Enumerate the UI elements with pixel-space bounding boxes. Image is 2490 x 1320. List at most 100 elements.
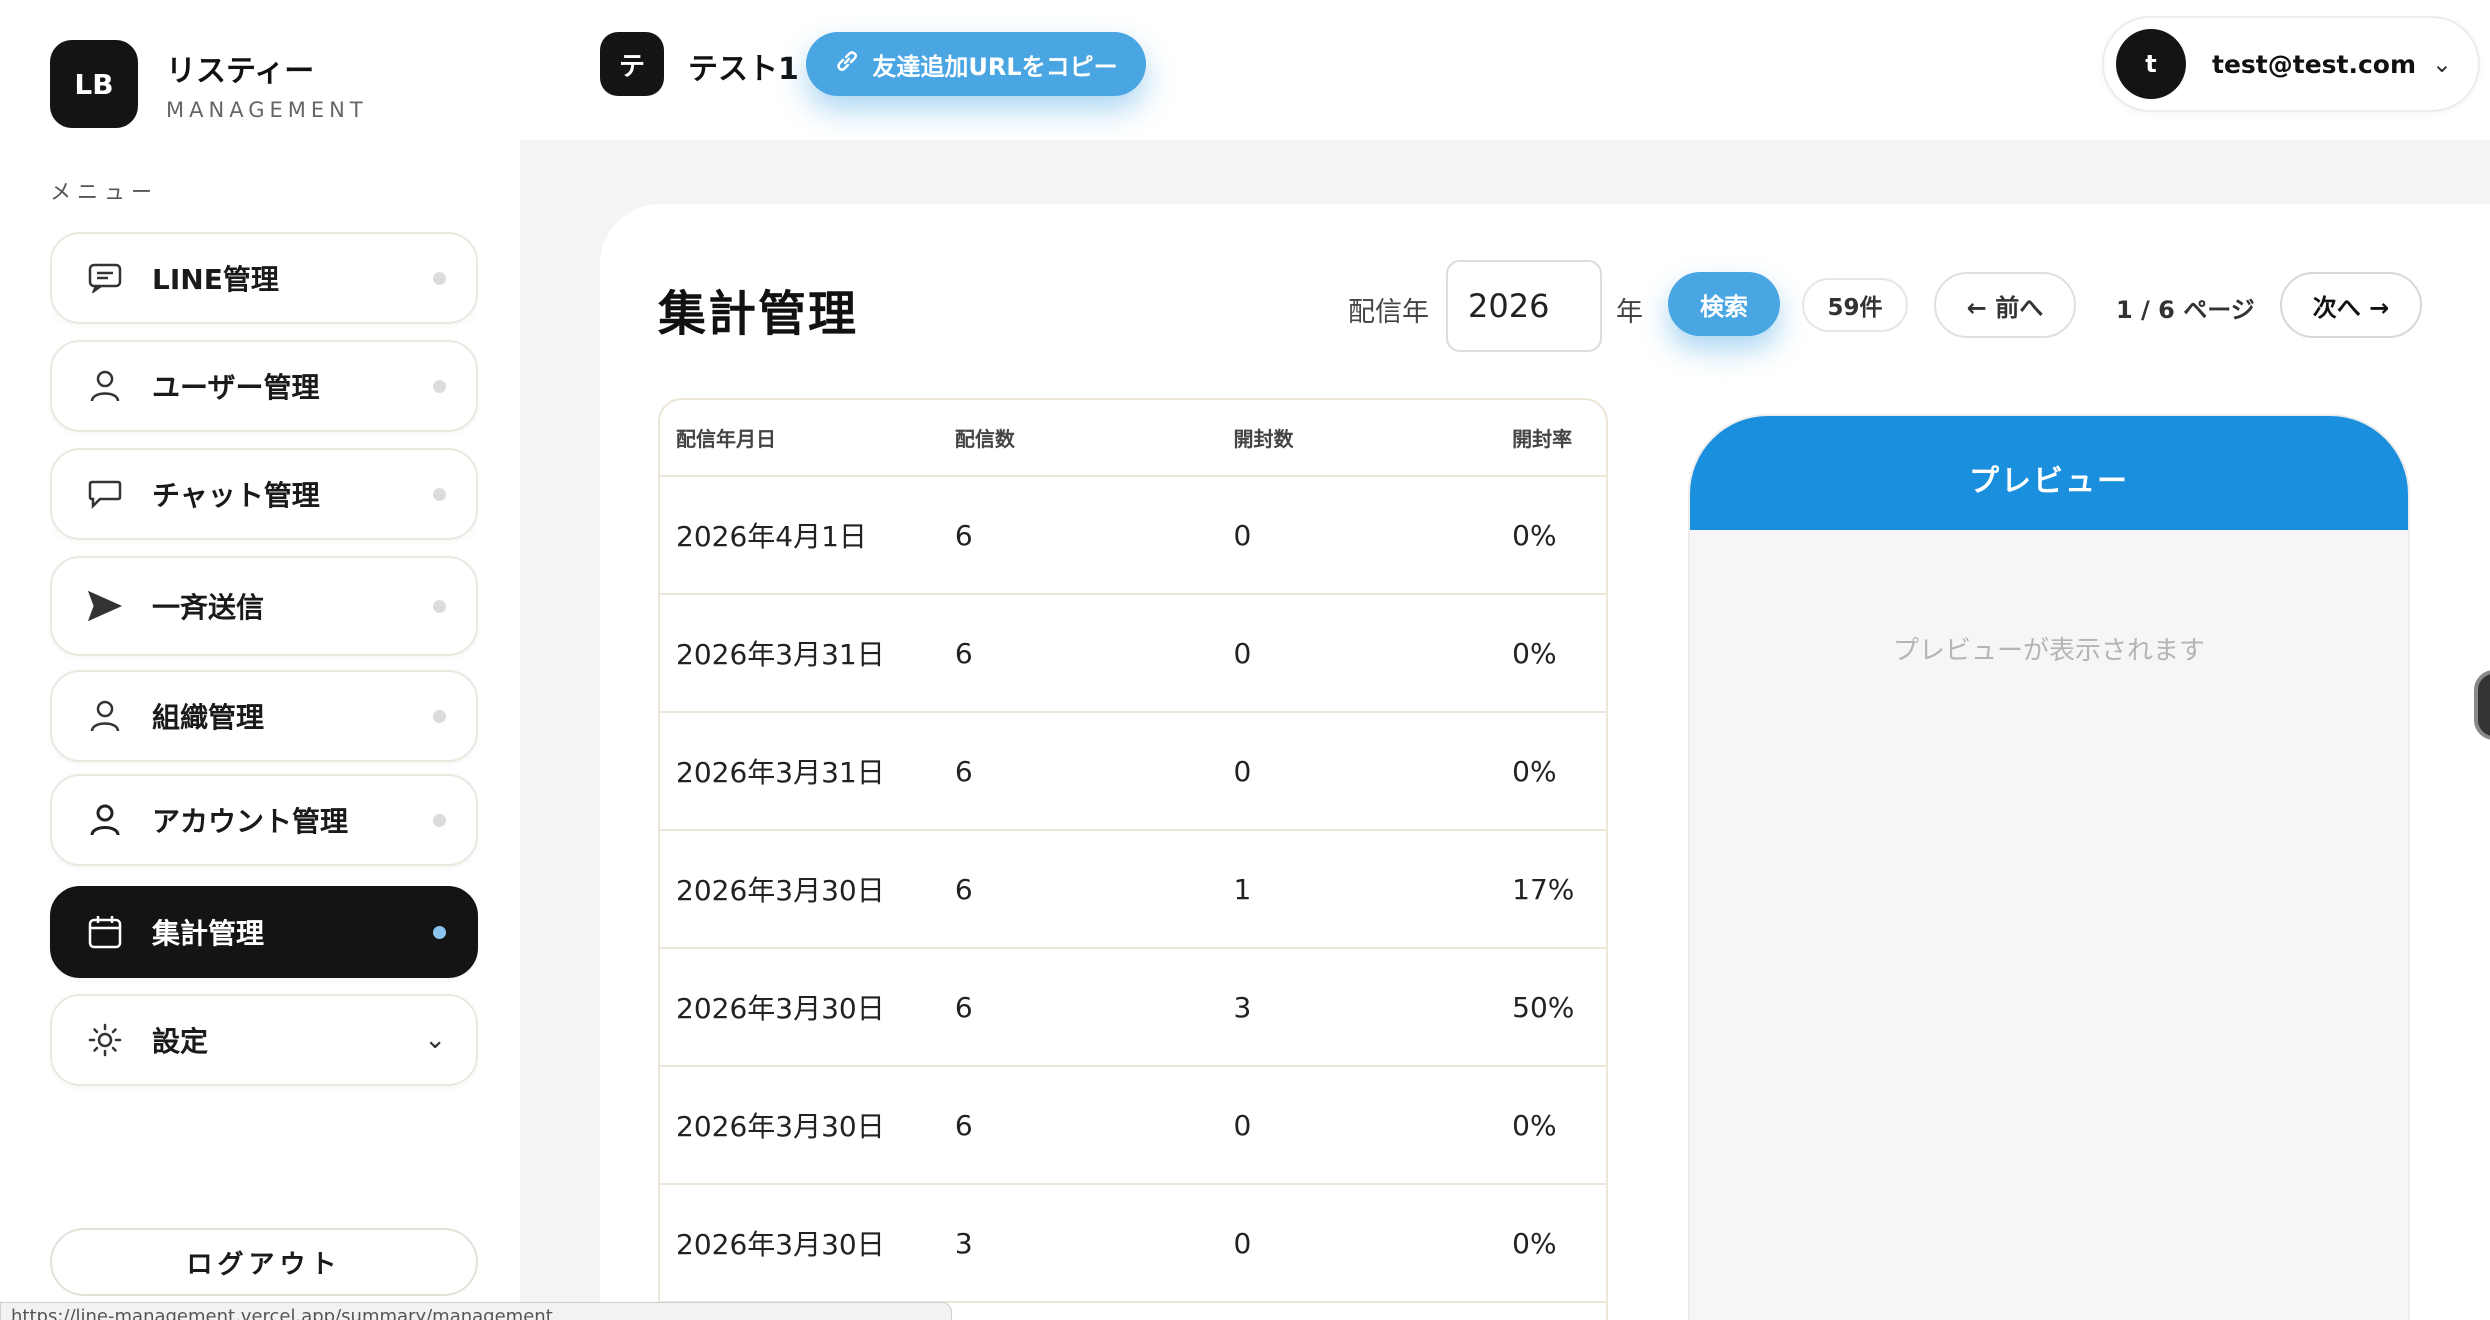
table-row[interactable]: 2026年3月30日 6 3 50% (660, 948, 1606, 1067)
status-dot (433, 813, 446, 827)
status-dot (433, 925, 446, 939)
table-body: 2026年4月1日 6 0 0% 2026年3月31日 6 0 0% 2026年… (660, 476, 1606, 1303)
column-header-date: 配信年月日 (660, 400, 939, 477)
chevron-down-icon: ⌄ (2431, 50, 2452, 78)
table-header: 配信年月日 配信数 開封数 開封率 (660, 400, 1606, 477)
sidebar-item-label: ユーザー管理 (152, 371, 320, 404)
cell-opened: 1 (1217, 830, 1497, 949)
chat-bubble-icon (86, 475, 124, 513)
summary-card: 集計管理 配信年 年 検索 59件 ← 前へ 1 / 6 ページ 次へ → 配信… (600, 204, 2490, 1320)
prev-page-button[interactable]: ← 前へ (1934, 272, 2076, 338)
cell-date: 2026年3月30日 (660, 1066, 939, 1185)
copy-friend-url-button[interactable]: 友達追加URLをコピー (806, 32, 1146, 96)
cell-sent: 6 (938, 1066, 1218, 1185)
cell-open-rate: 0% (1496, 594, 1606, 713)
message-square-icon (86, 259, 124, 297)
send-icon (86, 587, 124, 625)
cell-opened: 0 (1217, 712, 1497, 831)
cell-open-rate: 50% (1496, 948, 1606, 1067)
table-row[interactable]: 2026年3月30日 6 1 17% (660, 830, 1606, 949)
preview-panel: プレビュー プレビューが表示されます (1688, 414, 2410, 1320)
cell-opened: 0 (1217, 594, 1497, 713)
table-header-row: 配信年月日 配信数 開封数 開封率 (660, 400, 1606, 477)
column-header-sent: 配信数 (938, 400, 1218, 477)
sidebar-item-label: LINE管理 (152, 263, 279, 296)
table-row[interactable]: 2026年3月31日 6 0 0% (660, 712, 1606, 831)
cell-open-rate: 0% (1496, 1066, 1606, 1185)
account-name: テスト1 (688, 52, 799, 87)
cell-open-rate: 0% (1496, 1184, 1606, 1303)
sidebar-item-line[interactable]: LINE管理 (50, 232, 478, 324)
year-suffix: 年 (1616, 297, 1643, 328)
copy-button-label: 友達追加URLをコピー (872, 52, 1118, 81)
sidebar-item-label: 組織管理 (152, 701, 265, 734)
table-row[interactable]: 2026年4月1日 6 0 0% (660, 476, 1606, 595)
logout-button[interactable]: ログアウト (50, 1228, 478, 1296)
column-header-opened: 開封数 (1217, 400, 1497, 477)
sidebar-item-broadcast[interactable]: 一斉送信 (50, 556, 478, 656)
calendar-icon (86, 913, 124, 951)
cell-sent: 6 (938, 594, 1218, 713)
cell-date: 2026年3月30日 (660, 1184, 939, 1303)
floating-handle[interactable] (2474, 670, 2490, 740)
cell-open-rate: 0% (1496, 476, 1606, 595)
sidebar-item-chat[interactable]: チャット管理 (50, 448, 478, 540)
cell-sent: 6 (938, 476, 1218, 595)
avatar: t (2116, 29, 2186, 99)
cell-date: 2026年4月1日 (660, 476, 939, 595)
status-dot (433, 599, 446, 613)
cell-opened: 0 (1217, 1184, 1497, 1303)
page-title: 集計管理 (658, 286, 859, 342)
table-row[interactable]: 2026年3月30日 3 0 0% (660, 1184, 1606, 1303)
table-row[interactable]: 2026年3月30日 6 0 0% (660, 1066, 1606, 1185)
sidebar-item-summary[interactable]: 集計管理 (50, 886, 478, 978)
year-input[interactable] (1446, 260, 1602, 352)
preview-header: プレビュー (1690, 416, 2408, 530)
result-count-badge: 59件 (1802, 278, 1908, 332)
sidebar-item-settings[interactable]: 設定 ⌄ (50, 994, 478, 1086)
status-bar-url: https://line-management.vercel.app/summa… (0, 1302, 952, 1320)
sidebar: LB リスティー MANAGEMENT メニュー LINE管理 ユーザー管理 チ… (0, 0, 520, 1320)
preview-empty-text: プレビューが表示されます (1892, 636, 2205, 666)
sidebar-item-label: アカウント管理 (152, 805, 349, 838)
cell-date: 2026年3月30日 (660, 830, 939, 949)
status-dot (433, 487, 446, 501)
brand-text: リスティー MANAGEMENT (166, 46, 368, 122)
user-icon (86, 697, 124, 735)
sidebar-item-accounts[interactable]: アカウント管理 (50, 774, 478, 866)
next-page-button[interactable]: 次へ → (2280, 272, 2422, 338)
summary-table: 配信年月日 配信数 開封数 開封率 2026年4月1日 6 0 0% 2026年… (658, 398, 1608, 1320)
menu-label: メニュー (50, 180, 158, 204)
user-menu[interactable]: t test@test.com ⌄ (2102, 16, 2480, 112)
page-indicator: 1 / 6 ページ (2116, 296, 2255, 324)
cell-sent: 6 (938, 712, 1218, 831)
chevron-down-icon: ⌄ (424, 1025, 446, 1055)
sidebar-item-users[interactable]: ユーザー管理 (50, 340, 478, 432)
sidebar-item-organization[interactable]: 組織管理 (50, 670, 478, 762)
link-icon (834, 48, 860, 80)
year-label: 配信年 (1348, 297, 1429, 328)
brand-name: リスティー (166, 54, 315, 89)
account-avatar: テ (600, 32, 664, 96)
cell-sent: 6 (938, 948, 1218, 1067)
table-row[interactable]: 2026年3月31日 6 0 0% (660, 594, 1606, 713)
cell-opened: 0 (1217, 476, 1497, 595)
cell-date: 2026年3月30日 (660, 948, 939, 1067)
sidebar-item-label: チャット管理 (152, 479, 320, 512)
cell-sent: 6 (938, 830, 1218, 949)
cell-opened: 0 (1217, 1066, 1497, 1185)
cell-opened: 3 (1217, 948, 1497, 1067)
cell-date: 2026年3月31日 (660, 712, 939, 831)
table: 配信年月日 配信数 開封数 開封率 2026年4月1日 6 0 0% 2026年… (660, 400, 1606, 1303)
status-dot (433, 379, 446, 393)
sidebar-item-label: 集計管理 (152, 917, 265, 950)
user-icon (86, 801, 124, 839)
sidebar-item-label: 一斉送信 (152, 591, 265, 624)
cell-open-rate: 0% (1496, 712, 1606, 831)
brand[interactable]: LB リスティー MANAGEMENT (50, 40, 368, 128)
status-dot (433, 271, 446, 285)
brand-logo: LB (50, 40, 138, 128)
app-root: LB リスティー MANAGEMENT メニュー LINE管理 ユーザー管理 チ… (0, 0, 2490, 1320)
user-icon (86, 367, 124, 405)
search-button[interactable]: 検索 (1668, 272, 1780, 336)
